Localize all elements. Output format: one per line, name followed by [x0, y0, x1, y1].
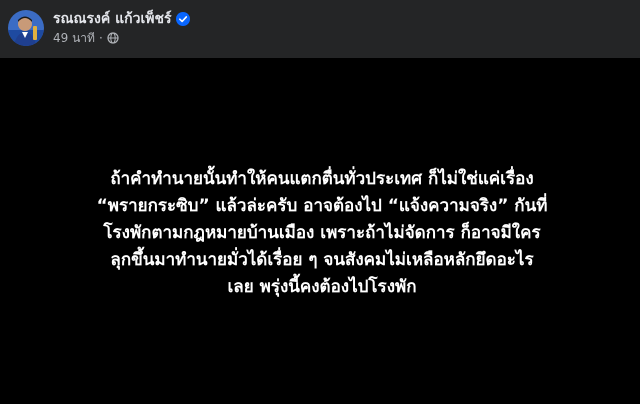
author-line: รณณรงค์ แก้วเพ็ชร์	[53, 10, 190, 28]
verified-badge-icon	[175, 12, 190, 26]
post-timestamp[interactable]: 49 นาที	[53, 30, 95, 46]
author-name[interactable]: รณณรงค์ แก้วเพ็ชร์	[53, 10, 172, 28]
facebook-post: รณณรงค์ แก้วเพ็ชร์ 49 นาที · ถ้าคำทำนายน…	[0, 0, 640, 404]
meta-separator: ·	[98, 31, 103, 45]
post-meta: 49 นาที ·	[53, 30, 119, 46]
avatar-image	[8, 10, 44, 46]
author-avatar[interactable]	[8, 10, 44, 46]
post-text: ถ้าคำทำนายนั้นทำให้คนแตกตื่นทั่วประเทศ ก…	[96, 169, 548, 297]
globe-icon[interactable]	[107, 32, 119, 44]
post-text-background: ถ้าคำทำนายนั้นทำให้คนแตกตื่นทั่วประเทศ ก…	[0, 58, 640, 404]
post-header: รณณรงค์ แก้วเพ็ชร์ 49 นาที ·	[0, 0, 640, 56]
